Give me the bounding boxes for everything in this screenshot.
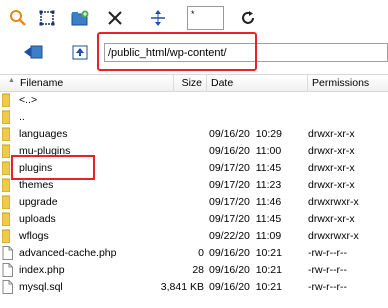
file-date: 09/17/20 11:23 [209,179,282,191]
folder-icon [1,229,15,244]
file-date: 09/16/20 10:21 [209,281,282,293]
refresh-icon[interactable] [237,7,259,29]
file-permissions: drwxrwxr-x [308,196,359,208]
file-row[interactable]: index.php 28 09/16/20 10:21 -rw-r--r-- [0,262,388,278]
file-name: wflogs [19,230,49,242]
file-permissions: drwxr-xr-x [308,162,355,174]
file-name: index.php [19,264,65,276]
file-permissions: -rw-r--r-- [308,247,348,259]
plugins-highlight-box [11,155,95,180]
file-row[interactable]: wflogs 09/22/20 11:09 drwxrwxr-x [0,228,388,244]
file-date: 09/17/20 11:46 [209,196,282,208]
column-permissions[interactable]: Permissions [308,75,388,92]
folder-icon [1,127,15,142]
back-icon[interactable] [22,41,44,63]
file-icon [2,280,15,294]
file-icon [2,263,15,277]
column-size[interactable]: Size [174,75,207,92]
file-date: 09/16/20 10:29 [209,128,282,140]
folder-icon [1,93,15,108]
column-date[interactable]: Date [207,75,308,92]
file-row[interactable]: uploads 09/17/20 11:45 drwxr-xr-x [0,211,388,227]
file-row[interactable]: upgrade 09/17/20 11:46 drwxrwxr-x [0,194,388,210]
cut-icon[interactable] [104,7,126,29]
file-name: .. [19,111,25,123]
file-row[interactable]: <..> [0,92,388,108]
folder-icon [1,212,15,227]
file-name: <..> [19,94,38,106]
file-row[interactable]: advanced-cache.php 0 09/16/20 10:21 -rw-r--… [0,245,388,261]
file-date: 09/17/20 11:45 [209,162,282,174]
select-icon[interactable] [36,7,58,29]
file-permissions: drwxr-xr-x [308,128,355,140]
search-icon[interactable] [7,7,29,29]
filter-input[interactable]: * [187,6,224,30]
file-icon [2,246,15,260]
file-date: 09/16/20 10:21 [209,247,282,259]
file-permissions: drwxr-xr-x [308,145,355,157]
folder-icon [1,195,15,210]
file-size: 28 [192,264,204,276]
file-permissions: -rw-r--r-- [308,264,348,276]
file-row[interactable]: .. [0,109,388,125]
align-icon[interactable] [147,7,169,29]
path-highlight-box [97,32,257,71]
file-date: 09/22/20 11:09 [209,230,282,242]
file-list-header: ▲ Filename Size Date Permissions [0,74,388,92]
new-folder-icon[interactable] [69,7,91,29]
file-name: advanced-cache.php [19,247,117,259]
file-row[interactable]: languages 09/16/20 10:29 drwxr-xr-x [0,126,388,142]
file-row[interactable]: mysql.sql 3,841 KB 09/16/20 10:21 -rw-r--r-… [0,279,388,295]
file-permissions: drwxr-xr-x [308,179,355,191]
file-size: 0 [198,247,204,259]
file-name: uploads [19,213,56,225]
file-permissions: drwxrwxr-x [308,230,359,242]
column-filename[interactable]: Filename [0,75,174,92]
file-date: 09/17/20 11:45 [209,213,282,225]
file-name: upgrade [19,196,58,208]
file-name: mysql.sql [19,281,63,293]
file-date: 09/16/20 11:00 [209,145,282,157]
folder-icon [1,178,15,193]
file-permissions: -rw-r--r-- [308,281,348,293]
file-permissions: drwxr-xr-x [308,213,355,225]
file-size: 3,841 KB [160,281,204,293]
folder-icon [1,110,15,125]
up-folder-icon[interactable] [69,41,91,63]
file-date: 09/16/20 10:21 [209,264,282,276]
file-name: languages [19,128,68,140]
